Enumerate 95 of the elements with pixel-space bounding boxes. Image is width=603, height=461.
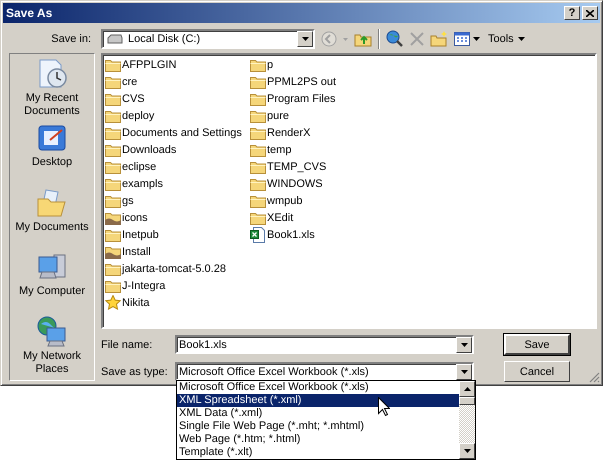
- folder-icon: [250, 74, 266, 88]
- resize-grip-icon[interactable]: [589, 372, 600, 383]
- dropdown-option[interactable]: XML Spreadsheet (*.xml): [177, 394, 459, 407]
- file-item[interactable]: deploy: [105, 107, 245, 124]
- folder-icon: [250, 58, 266, 72]
- window-title: Save As: [6, 6, 54, 20]
- folder-icon: [250, 126, 266, 140]
- cancel-button[interactable]: Cancel: [504, 361, 570, 382]
- file-item[interactable]: temp: [250, 141, 390, 158]
- caret-icon: [518, 37, 525, 41]
- file-item[interactable]: Inetpub: [105, 226, 245, 243]
- save-in-label: Save in:: [50, 33, 92, 45]
- file-item[interactable]: exampls: [105, 175, 245, 192]
- dropdown-option[interactable]: Microsoft Office Excel Workbook (*.xls): [177, 381, 459, 394]
- file-item[interactable]: XEdit: [250, 209, 390, 226]
- save-in-dropdown[interactable]: Local Disk (C:): [101, 29, 315, 49]
- places-item[interactable]: My Computer: [10, 251, 94, 316]
- file-item[interactable]: icons: [105, 209, 245, 226]
- spreadsheet-icon: [250, 226, 266, 242]
- up-arrow-icon: [464, 387, 470, 391]
- caret-icon: [464, 449, 470, 453]
- save-as-type-dropdown[interactable]: Microsoft Office Excel Workbook (*.xls): [175, 362, 474, 381]
- file-item[interactable]: Downloads: [105, 141, 245, 158]
- folder-icon: [250, 160, 266, 174]
- file-item[interactable]: TEMP_CVS: [250, 158, 390, 175]
- folder-icon: [105, 126, 121, 140]
- caret-icon: [460, 370, 468, 374]
- new-folder-icon[interactable]: [430, 31, 448, 47]
- folder-icon: [250, 176, 266, 190]
- file-item[interactable]: J-Integra: [105, 277, 245, 294]
- file-item[interactable]: WINDOWS: [250, 175, 390, 192]
- file-item[interactable]: Nikita: [105, 294, 245, 311]
- views-button[interactable]: [454, 32, 480, 46]
- caret-icon: [460, 342, 468, 346]
- dropdown-option[interactable]: XML Data (*.xml): [177, 407, 459, 420]
- dropdown-option[interactable]: Single File Web Page (*.mht; *.mhtml): [177, 420, 459, 433]
- save-as-type-label: Save as type:: [101, 366, 169, 378]
- globe-search-icon[interactable]: [386, 30, 404, 48]
- file-item[interactable]: pure: [250, 107, 390, 124]
- places-item[interactable]: My Network Places: [10, 316, 94, 380]
- cursor-icon: [378, 397, 390, 417]
- folder-icon: [250, 142, 266, 156]
- dropdown-option[interactable]: Template (*.xlt): [177, 446, 459, 459]
- star-icon: [105, 295, 121, 310]
- file-item[interactable]: PPML2PS out: [250, 73, 390, 90]
- file-item[interactable]: wmpub: [250, 192, 390, 209]
- folder-icon: [250, 194, 266, 208]
- close-icon: [586, 10, 594, 16]
- help-button[interactable]: ?: [564, 6, 580, 20]
- folder-icon: [105, 228, 121, 242]
- scroll-down-button[interactable]: [459, 443, 475, 459]
- file-item[interactable]: Program Files: [250, 90, 390, 107]
- folder-icon: [250, 210, 266, 224]
- folder-icon: [105, 92, 121, 106]
- folder-icon: [105, 108, 121, 122]
- folder-icon: [105, 58, 121, 72]
- folder-icon: [105, 194, 121, 208]
- file-item[interactable]: p: [250, 56, 390, 73]
- tools-menu[interactable]: Tools: [486, 33, 527, 45]
- scrollbar[interactable]: [459, 381, 475, 459]
- file-item[interactable]: AFPPLGIN: [105, 56, 245, 73]
- folder-icon: [105, 160, 121, 174]
- file-item[interactable]: cre: [105, 73, 245, 90]
- folder-document-icon: [36, 186, 68, 219]
- scroll-up-button[interactable]: [459, 381, 475, 397]
- shared-folder-icon: [105, 244, 121, 258]
- save-button[interactable]: Save: [504, 334, 570, 355]
- file-name-field[interactable]: Book1.xls: [175, 335, 474, 354]
- file-item[interactable]: Install: [105, 243, 245, 260]
- file-item[interactable]: eclipse: [105, 158, 245, 175]
- folder-icon: [250, 92, 266, 106]
- places-item[interactable]: My Documents: [10, 186, 94, 252]
- folder-icon: [105, 278, 121, 292]
- folder-icon: [105, 74, 121, 88]
- shared-folder-icon: [105, 210, 121, 224]
- file-item[interactable]: gs: [105, 192, 245, 209]
- folder-icon: [105, 176, 121, 190]
- places-item[interactable]: Desktop: [10, 122, 94, 187]
- file-item[interactable]: Book1.xls: [250, 226, 390, 243]
- caret-icon: [302, 37, 308, 41]
- file-item[interactable]: Documents and Settings: [105, 124, 245, 141]
- folder-icon: [105, 142, 121, 156]
- file-item[interactable]: CVS: [105, 90, 245, 107]
- folder-icon: [105, 262, 121, 276]
- drive-icon: [107, 34, 123, 44]
- close-button[interactable]: [582, 6, 598, 20]
- file-name-label: File name:: [101, 338, 154, 350]
- caret-icon: [473, 37, 480, 41]
- scroll-thumb[interactable]: [459, 397, 475, 405]
- file-item[interactable]: jakarta-tomcat-5.0.28: [105, 260, 245, 277]
- dropdown-option[interactable]: Web Page (*.htm; *.html): [177, 433, 459, 446]
- folder-icon: [250, 108, 266, 122]
- file-item[interactable]: RenderX: [250, 124, 390, 141]
- places-item[interactable]: My Recent Documents: [10, 58, 94, 122]
- network-computer-icon: [36, 316, 68, 348]
